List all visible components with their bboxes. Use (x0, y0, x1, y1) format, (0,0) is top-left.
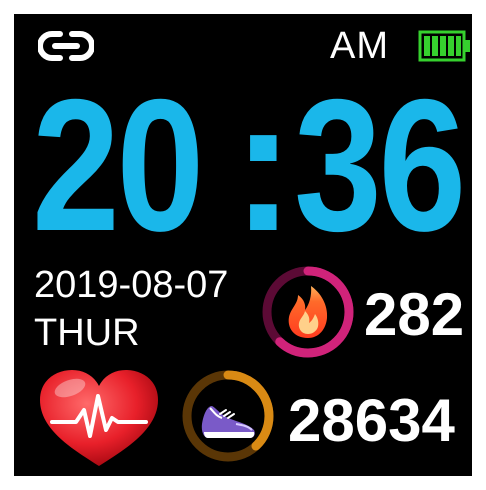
heart-pulse-icon (40, 370, 158, 466)
clock-time: 20 : 36 (32, 60, 472, 270)
watch-face: AM 20 : 36 2019-08-07 THUR 282 28634 (14, 14, 472, 476)
battery-full-icon (418, 30, 470, 62)
clock-separator: : (232, 60, 295, 270)
calories-ring (262, 266, 354, 358)
weekday-text: THUR (34, 312, 140, 354)
date-text: 2019-08-07 (34, 264, 229, 306)
steps-ring (182, 370, 274, 462)
steps-value: 28634 (288, 387, 455, 454)
clock-minutes: 36 (294, 60, 466, 270)
link-icon (38, 31, 94, 61)
calories-value: 282 (364, 281, 465, 348)
sneaker-icon (201, 406, 255, 438)
clock-hours: 20 (32, 60, 204, 270)
flame-icon (288, 286, 328, 338)
